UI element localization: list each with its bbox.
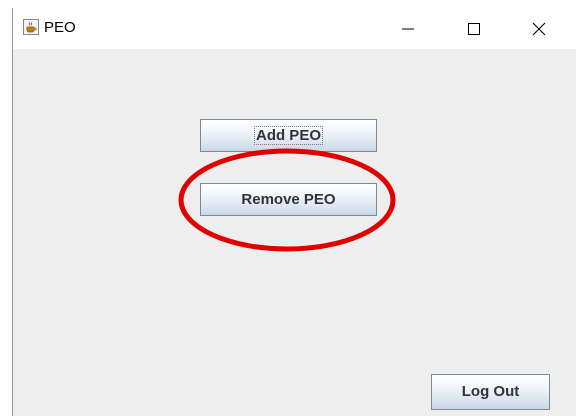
peo-window: PEO Add PEO Remove PEO Log Out bbox=[12, 8, 576, 416]
maximize-button[interactable] bbox=[451, 8, 497, 49]
window-title: PEO bbox=[44, 19, 76, 36]
close-icon bbox=[532, 22, 546, 36]
minimize-icon bbox=[402, 28, 414, 30]
maximize-icon bbox=[468, 23, 480, 35]
add-peo-button[interactable]: Add PEO bbox=[200, 119, 377, 152]
log-out-button[interactable]: Log Out bbox=[431, 374, 550, 410]
log-out-label: Log Out bbox=[461, 383, 520, 400]
remove-peo-button[interactable]: Remove PEO bbox=[200, 183, 377, 216]
close-button[interactable] bbox=[516, 8, 562, 49]
java-cup-icon bbox=[23, 19, 39, 35]
remove-peo-label: Remove PEO bbox=[241, 191, 336, 208]
minimize-button[interactable] bbox=[384, 8, 430, 49]
title-bar[interactable]: PEO bbox=[13, 8, 576, 49]
add-peo-label: Add PEO bbox=[253, 126, 324, 145]
